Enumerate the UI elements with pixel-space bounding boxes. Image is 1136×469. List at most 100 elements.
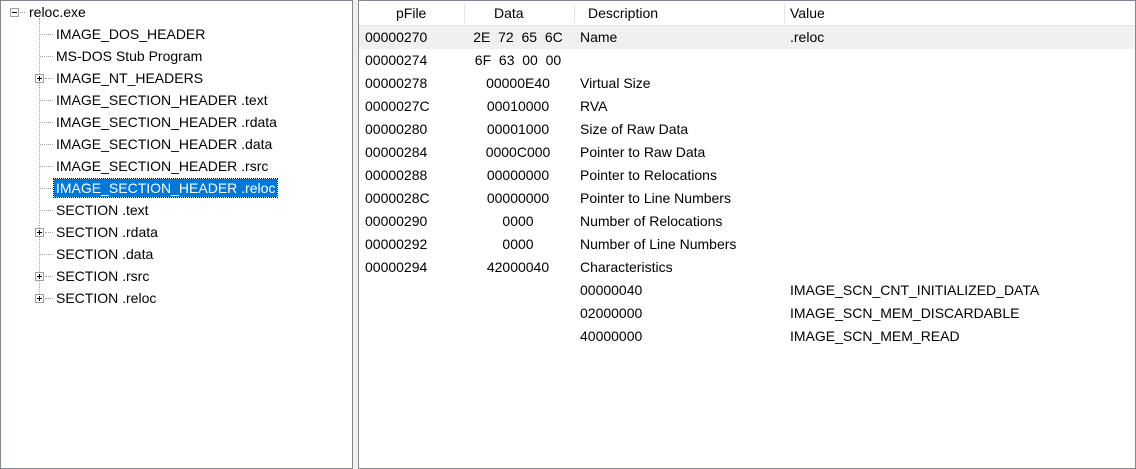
tree-item-label: SECTION .rdata bbox=[56, 224, 158, 240]
tree-connector bbox=[40, 34, 53, 35]
column-header-value[interactable]: Value bbox=[790, 1, 825, 25]
table-row[interactable]: 00000284 0000C000 Pointer to Raw Data bbox=[359, 141, 1135, 164]
table-row[interactable]: 00000278 00000E40 Virtual Size bbox=[359, 72, 1135, 95]
cell-value: IMAGE_SCN_MEM_READ bbox=[790, 328, 960, 344]
tree-pane[interactable]: reloc.exe IMAGE_DOS_HEADER MS-DOS Stub Pr… bbox=[0, 0, 353, 469]
table-row[interactable]: 0000027C 00010000 RVA bbox=[359, 95, 1135, 118]
table-row[interactable]: 0000028C 00000000 Pointer to Line Numbers bbox=[359, 187, 1135, 210]
cell-pfile: 00000288 bbox=[365, 167, 428, 183]
tree-item[interactable]: SECTION .data bbox=[1, 243, 351, 265]
list-pane[interactable]: pFile Data Description Value 00000270 2E … bbox=[358, 0, 1136, 469]
tree-connector bbox=[40, 100, 53, 101]
cell-pfile: 00000270 bbox=[365, 29, 428, 45]
tree-item[interactable]: IMAGE_SECTION_HEADER .reloc bbox=[1, 177, 351, 199]
tree-item[interactable]: SECTION .text bbox=[1, 199, 351, 221]
tree-item-label: IMAGE_SECTION_HEADER .text bbox=[56, 92, 268, 108]
cell-data: 00000000 bbox=[486, 190, 550, 206]
cell-description: Number of Line Numbers bbox=[580, 236, 737, 252]
collapse-icon[interactable] bbox=[10, 8, 19, 17]
table-row[interactable]: 02000000 IMAGE_SCN_MEM_DISCARDABLE bbox=[359, 302, 1135, 325]
cell-data: 2E 72 65 6C bbox=[473, 29, 563, 45]
expand-icon[interactable] bbox=[35, 228, 44, 237]
cell-data: 42000040 bbox=[486, 259, 550, 275]
tree-item-label: IMAGE_SECTION_HEADER .rsrc bbox=[56, 158, 269, 174]
tree-item-label: SECTION .data bbox=[56, 246, 154, 262]
cell-description: Virtual Size bbox=[580, 75, 651, 91]
tree-item[interactable]: IMAGE_SECTION_HEADER .data bbox=[1, 133, 351, 155]
tree-item-label: SECTION .rsrc bbox=[56, 268, 150, 284]
tree-item[interactable]: IMAGE_DOS_HEADER bbox=[1, 23, 351, 45]
cell-data: 00010000 bbox=[486, 98, 550, 114]
cell-description: Size of Raw Data bbox=[580, 121, 689, 137]
cell-pfile: 0000028C bbox=[365, 190, 430, 206]
tree-item-label: IMAGE_NT_HEADERS bbox=[56, 70, 204, 86]
cell-pfile: 00000294 bbox=[365, 259, 428, 275]
cell-value: IMAGE_SCN_CNT_INITIALIZED_DATA bbox=[790, 282, 1040, 298]
tree-connector bbox=[40, 210, 53, 211]
column-header-data[interactable]: Data bbox=[494, 1, 524, 25]
tree-item-label: IMAGE_DOS_HEADER bbox=[56, 26, 206, 42]
tree-item-label: SECTION .reloc bbox=[56, 290, 157, 306]
tree-connector bbox=[40, 144, 53, 145]
table-row[interactable]: 00000270 2E 72 65 6C Name .reloc bbox=[359, 26, 1135, 49]
table-row[interactable]: 00000040 IMAGE_SCN_CNT_INITIALIZED_DATA bbox=[359, 279, 1135, 302]
column-header-pfile[interactable]: pFile bbox=[396, 1, 426, 25]
expand-icon[interactable] bbox=[35, 74, 44, 83]
tree-root-label: reloc.exe bbox=[29, 4, 86, 20]
tree-connector bbox=[45, 298, 53, 299]
cell-description: 02000000 bbox=[580, 305, 643, 321]
cell-data: 00000E40 bbox=[486, 75, 550, 91]
tree-item[interactable]: MS-DOS Stub Program bbox=[1, 45, 351, 67]
tree-item[interactable]: SECTION .rdata bbox=[1, 221, 351, 243]
cell-pfile: 00000274 bbox=[365, 52, 428, 68]
tree-connector bbox=[40, 188, 53, 189]
column-header-description[interactable]: Description bbox=[588, 1, 658, 25]
tree-item-label: MS-DOS Stub Program bbox=[56, 48, 203, 64]
expand-icon[interactable] bbox=[35, 272, 44, 281]
cell-description: Pointer to Raw Data bbox=[580, 144, 706, 160]
table-row[interactable]: 00000280 00001000 Size of Raw Data bbox=[359, 118, 1135, 141]
cell-pfile: 00000284 bbox=[365, 144, 428, 160]
cell-description: 00000040 bbox=[580, 282, 643, 298]
cell-data: 00000000 bbox=[486, 167, 550, 183]
cell-description: RVA bbox=[580, 98, 608, 114]
cell-pfile: 00000290 bbox=[365, 213, 428, 229]
tree-item[interactable]: IMAGE_SECTION_HEADER .text bbox=[1, 89, 351, 111]
tree-root[interactable]: reloc.exe bbox=[1, 1, 351, 23]
table-row[interactable]: 00000292 0000 Number of Line Numbers bbox=[359, 233, 1135, 256]
tree-connector bbox=[20, 12, 25, 13]
cell-description: Pointer to Line Numbers bbox=[580, 190, 731, 206]
cell-value: .reloc bbox=[790, 29, 825, 45]
tree-item[interactable]: IMAGE_NT_HEADERS bbox=[1, 67, 351, 89]
cell-data: 0000 bbox=[502, 213, 534, 229]
cell-data: 6F 63 00 00 bbox=[474, 52, 562, 68]
column-divider[interactable] bbox=[784, 3, 785, 23]
table-row[interactable]: 40000000 IMAGE_SCN_MEM_READ bbox=[359, 325, 1135, 348]
cell-data: 00001000 bbox=[486, 121, 550, 137]
cell-data: 0000 bbox=[502, 236, 534, 252]
tree-item[interactable]: SECTION .reloc bbox=[1, 287, 351, 309]
tree-item-label: IMAGE_SECTION_HEADER .data bbox=[56, 136, 273, 152]
column-divider[interactable] bbox=[464, 3, 465, 23]
cell-data: 0000C000 bbox=[485, 144, 551, 160]
column-divider[interactable] bbox=[574, 3, 575, 23]
table-row[interactable]: 00000290 0000 Number of Relocations bbox=[359, 210, 1135, 233]
cell-pfile: 00000280 bbox=[365, 121, 428, 137]
tree-item-label: SECTION .text bbox=[56, 202, 149, 218]
tree-item[interactable]: SECTION .rsrc bbox=[1, 265, 351, 287]
tree-connector bbox=[40, 254, 53, 255]
table-row[interactable]: 00000274 6F 63 00 00 bbox=[359, 49, 1135, 72]
tree-connector bbox=[45, 232, 53, 233]
cell-description: Name bbox=[580, 29, 618, 45]
tree-item-label-selected: IMAGE_SECTION_HEADER .reloc bbox=[52, 178, 279, 198]
expand-icon[interactable] bbox=[35, 294, 44, 303]
tree-connector bbox=[40, 122, 53, 123]
cell-value: IMAGE_SCN_MEM_DISCARDABLE bbox=[790, 305, 1020, 321]
tree-item[interactable]: IMAGE_SECTION_HEADER .rdata bbox=[1, 111, 351, 133]
table-row[interactable]: 00000294 42000040 Characteristics bbox=[359, 256, 1135, 279]
table-row[interactable]: 00000288 00000000 Pointer to Relocations bbox=[359, 164, 1135, 187]
list-header: pFile Data Description Value bbox=[359, 1, 1135, 26]
tree-item[interactable]: IMAGE_SECTION_HEADER .rsrc bbox=[1, 155, 351, 177]
tree-connector bbox=[40, 56, 53, 57]
cell-description: Pointer to Relocations bbox=[580, 167, 717, 183]
